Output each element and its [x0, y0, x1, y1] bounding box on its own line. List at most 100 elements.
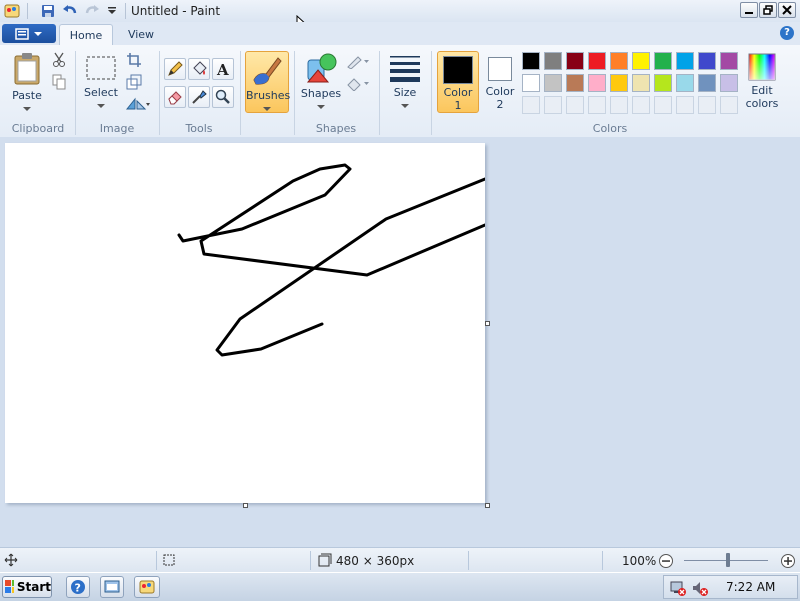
- group-divider: [431, 51, 432, 135]
- palette-swatch-empty[interactable]: [588, 96, 606, 114]
- explorer-icon[interactable]: [100, 576, 124, 598]
- color2-swatch: [488, 57, 512, 81]
- resize-handle-right[interactable]: [485, 321, 490, 326]
- palette-swatch[interactable]: [676, 74, 694, 92]
- drawn-stroke: [177, 163, 487, 277]
- palette-swatch[interactable]: [522, 74, 540, 92]
- select-rectangle-icon: [86, 56, 116, 80]
- paint-menu-button[interactable]: [2, 24, 56, 43]
- palette-swatch[interactable]: [566, 52, 584, 70]
- redo-icon[interactable]: [84, 3, 100, 19]
- volume-muted-icon[interactable]: [692, 580, 708, 599]
- help-support-icon[interactable]: ?: [66, 576, 90, 598]
- tab-home[interactable]: Home: [59, 24, 113, 46]
- zoom-out-button[interactable]: [658, 553, 674, 572]
- palette-swatch-empty[interactable]: [566, 96, 584, 114]
- palette-swatch-empty[interactable]: [676, 96, 694, 114]
- canvas-drawing: [177, 163, 487, 357]
- palette-swatch[interactable]: [544, 52, 562, 70]
- copy-icon[interactable]: [49, 73, 69, 91]
- windows-logo-icon: [5, 580, 14, 593]
- paste-button[interactable]: Paste: [8, 52, 46, 115]
- taskbar: Start ? 7:22 AM: [0, 572, 800, 601]
- edit-colors-label-line2: colors: [745, 97, 779, 110]
- palette-swatch[interactable]: [522, 52, 540, 70]
- selection-size-icon: [162, 553, 176, 570]
- status-divider: [468, 551, 469, 570]
- start-button[interactable]: Start: [2, 576, 52, 598]
- fill-icon[interactable]: [345, 75, 371, 93]
- clipboard-group-label: Clipboard: [11, 122, 65, 135]
- palette-swatch[interactable]: [720, 74, 738, 92]
- divider: [125, 3, 126, 19]
- zoom-in-button[interactable]: [780, 553, 796, 572]
- ribbon-tab-row: Home View ?: [0, 22, 800, 46]
- palette-swatch[interactable]: [676, 52, 694, 70]
- text-tool-icon[interactable]: A: [212, 58, 234, 80]
- palette-swatch[interactable]: [588, 74, 606, 92]
- paint-taskbar-icon[interactable]: [134, 576, 160, 598]
- rotate-icon[interactable]: [124, 95, 152, 113]
- palette-swatch[interactable]: [566, 74, 584, 92]
- minimize-button[interactable]: [740, 2, 758, 18]
- resize-handle-corner[interactable]: [485, 503, 490, 508]
- restore-button[interactable]: [759, 2, 777, 18]
- network-disconnected-icon[interactable]: [670, 580, 686, 599]
- size-button[interactable]: Size: [385, 53, 425, 112]
- palette-swatch-empty[interactable]: [544, 96, 562, 114]
- paint-app-icon[interactable]: [4, 3, 20, 19]
- color1-swatch: [443, 56, 473, 84]
- magnifier-icon[interactable]: [212, 86, 234, 108]
- palette-swatch[interactable]: [544, 74, 562, 92]
- pencil-icon[interactable]: [164, 58, 186, 80]
- shapes-button[interactable]: Shapes: [300, 52, 342, 113]
- color2-button[interactable]: Color 2: [482, 51, 518, 113]
- edit-colors-button[interactable]: Edit colors: [742, 53, 782, 110]
- palette-swatch[interactable]: [632, 52, 650, 70]
- resize-icon[interactable]: [124, 73, 144, 91]
- brush-icon: [253, 57, 282, 85]
- color2-label: Color: [485, 85, 515, 98]
- brushes-button[interactable]: Brushes: [245, 51, 290, 113]
- palette-swatch-empty[interactable]: [698, 96, 716, 114]
- palette-swatch-empty[interactable]: [522, 96, 540, 114]
- color1-number: 1: [454, 99, 462, 112]
- palette-swatch[interactable]: [632, 74, 650, 92]
- zoom-slider-thumb[interactable]: [726, 553, 730, 567]
- outline-icon[interactable]: [345, 53, 371, 71]
- zoom-level: 100%: [622, 554, 657, 568]
- palette-swatch[interactable]: [698, 74, 716, 92]
- palette-swatch[interactable]: [654, 74, 672, 92]
- drawing-canvas[interactable]: [5, 143, 487, 503]
- palette-swatch-empty[interactable]: [632, 96, 650, 114]
- color1-button[interactable]: Color 1: [437, 51, 479, 113]
- palette-swatch[interactable]: [610, 52, 628, 70]
- palette-swatch-empty[interactable]: [654, 96, 672, 114]
- ribbon: Paste Clipboard Select Image A Tools Bru…: [0, 45, 800, 138]
- chevron-down-icon: [317, 105, 325, 109]
- select-button[interactable]: Select: [83, 53, 119, 112]
- eraser-icon[interactable]: [164, 86, 186, 108]
- help-icon[interactable]: ?: [780, 26, 794, 40]
- color-picker-icon[interactable]: [188, 86, 210, 108]
- cut-icon[interactable]: [49, 51, 69, 69]
- crop-icon[interactable]: [124, 51, 144, 69]
- palette-swatch[interactable]: [654, 52, 672, 70]
- fill-bucket-icon[interactable]: [188, 58, 210, 80]
- save-icon[interactable]: [40, 3, 56, 19]
- palette-swatch-empty[interactable]: [720, 96, 738, 114]
- tab-view[interactable]: View: [118, 24, 164, 45]
- palette-swatch[interactable]: [720, 52, 738, 70]
- palette-swatch-empty[interactable]: [610, 96, 628, 114]
- chevron-down-icon: [401, 104, 409, 108]
- close-button[interactable]: [778, 2, 796, 18]
- chevron-down-icon: [23, 107, 31, 111]
- customize-quick-access-icon[interactable]: [104, 3, 120, 19]
- resize-handle-bottom[interactable]: [243, 503, 248, 508]
- palette-swatch[interactable]: [610, 74, 628, 92]
- group-divider: [294, 51, 295, 135]
- undo-icon[interactable]: [62, 3, 78, 19]
- palette-swatch[interactable]: [698, 52, 716, 70]
- palette-swatch[interactable]: [588, 52, 606, 70]
- group-divider: [75, 51, 76, 135]
